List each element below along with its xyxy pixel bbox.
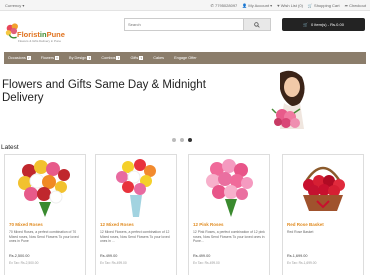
phone-icon: ✆ [210, 3, 214, 8]
nav-item-gifts[interactable]: Gifts ▾ [130, 56, 144, 60]
product-price: Rs.2,500.00 [9, 254, 30, 258]
product-ex-tax: Ex Tax: Rs.2,500.00 [9, 261, 39, 265]
product-description: 12 Mixed Flowers, a perfect combination … [100, 230, 170, 244]
phone-link[interactable]: ✆ 7795028097 [211, 3, 238, 8]
nav-item-flowers[interactable]: Flowers ▾ [41, 56, 60, 60]
product-ex-tax: Ex Tax: Rs.1,699.00 [287, 261, 317, 265]
cart-icon: 🛒 [307, 3, 313, 8]
user-icon: 👤 [242, 3, 248, 8]
heart-icon: ♥ [277, 3, 280, 8]
wishlist-link[interactable]: ♥ Wish List (0) [277, 3, 303, 8]
chevron-down-icon: ▾ [26, 56, 31, 60]
product-name[interactable]: 12 Mixed Roses [100, 222, 134, 227]
checkout-link[interactable]: ➦ Checkout [345, 3, 366, 8]
product-description: 12 Pink Roses, a perfect combination of … [193, 230, 265, 244]
product-card[interactable]: Red Rose Basket Red Rose Basket Rs.1,699… [282, 154, 364, 275]
nav-item-engage-offer[interactable]: Engage Offer [174, 56, 197, 60]
top-bar: Currency ▾ ✆ 7795028097 👤 My Account ▾ ♥… [0, 0, 370, 11]
brand-name: FloristinPune [17, 30, 65, 39]
carousel-dot-2[interactable] [180, 138, 184, 142]
product-price: Rs.499.00 [100, 254, 118, 258]
main-nav: Occasions ▾ Flowers ▾ By Design ▾ Combos ▾ G… [4, 52, 366, 64]
banner-headline: Flowers and Gifts Same Day & Midnight De… [2, 79, 206, 104]
nav-item-occasions[interactable]: Occasions ▾ [8, 56, 31, 60]
product-name[interactable]: Red Rose Basket [287, 222, 324, 227]
search-icon [254, 21, 260, 28]
product-card[interactable]: 12 Pink Roses 12 Pink Roses, a perfect c… [188, 154, 270, 275]
search-input[interactable] [124, 18, 243, 31]
share-icon: ➦ [344, 3, 348, 8]
cart-icon: 🛒 [303, 22, 309, 27]
product-card[interactable]: 12 Mixed Roses 12 Mixed Flowers, a perfe… [95, 154, 177, 275]
carousel-dot-3[interactable] [188, 138, 192, 142]
cart-button[interactable]: 🛒 0 item(s) - Rs.0.00 [282, 18, 365, 31]
currency-selector[interactable]: Currency ▾ [5, 3, 24, 8]
product-description: Red Rose Basket [287, 230, 314, 234]
nav-item-cakes[interactable]: Cakes [153, 56, 164, 60]
currency-label: Currency [5, 3, 22, 8]
nav-item-by-design[interactable]: By Design ▾ [69, 56, 92, 60]
brand-tagline: Flowers & Gifts Delivery in Pune [18, 39, 62, 43]
mixed-roses-vase-image [116, 159, 156, 217]
my-account-link[interactable]: 👤 My Account ▾ [242, 3, 272, 8]
product-price: Rs.1,699.00 [287, 254, 308, 258]
nav-item-combos[interactable]: Combos ▾ [101, 56, 121, 60]
cart-summary: 0 item(s) - Rs.0.00 [311, 22, 344, 27]
top-links: ✆ 7795028097 👤 My Account ▾ ♥ Wish List … [211, 3, 366, 8]
mixed-roses-bouquet-image [18, 160, 70, 217]
product-description: 70 Mixed Roses, a perfect combination of… [9, 230, 79, 244]
shopping-cart-link[interactable]: 🛒 Shopping Cart [308, 3, 340, 8]
search-bar [124, 18, 271, 31]
search-button[interactable] [243, 18, 271, 31]
chevron-down-icon: ▾ [116, 56, 121, 60]
product-card[interactable]: 70 Mixed Roses 70 Mixed Roses, a perfect… [4, 154, 86, 275]
product-name[interactable]: 70 Mixed Roses [9, 222, 43, 227]
red-rose-basket-image [303, 166, 345, 211]
product-grid: 70 Mixed Roses 70 Mixed Roses, a perfect… [0, 154, 370, 275]
carousel-pager [172, 138, 192, 142]
product-name[interactable]: 12 Pink Roses [193, 222, 224, 227]
chevron-down-icon: ▾ [139, 56, 144, 60]
pink-roses-bouquet-image [206, 159, 253, 217]
carousel-dot-1[interactable] [172, 138, 176, 142]
product-ex-tax: Ex Tax: Rs.499.00 [193, 261, 220, 265]
product-price: Rs.499.00 [193, 254, 211, 258]
site-logo[interactable]: FloristinPune Flowers & Gifts Delivery i… [4, 20, 66, 48]
section-title: Latest [1, 144, 19, 151]
product-ex-tax: Ex Tax: Rs.499.00 [100, 261, 127, 265]
woman-with-bouquet-image [271, 70, 305, 129]
hero-banner[interactable]: Flowers and Gifts Same Day & Midnight De… [0, 67, 370, 147]
chevron-down-icon: ▾ [55, 56, 60, 60]
chevron-down-icon: ▾ [87, 56, 92, 60]
